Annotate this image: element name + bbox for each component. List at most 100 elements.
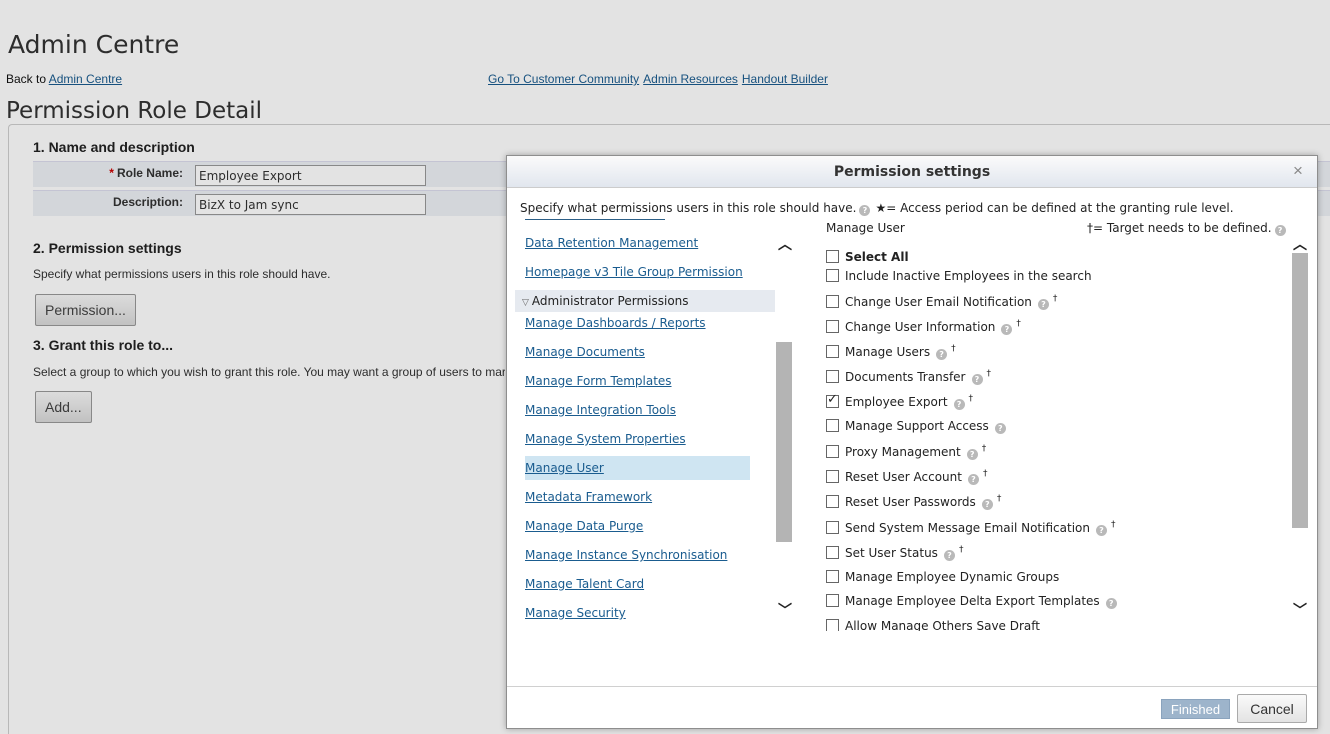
nav-item-manage-dashboards[interactable]: Manage Dashboards / Reports: [525, 316, 706, 330]
target-required-marker: †: [958, 545, 964, 555]
nav-item-homepage-tile-group[interactable]: Homepage v3 Tile Group Permission: [525, 265, 743, 279]
permission-checkbox[interactable]: [826, 594, 839, 607]
nav-item-manage-talent-card[interactable]: Manage Talent Card: [525, 577, 644, 591]
target-note-text: †= Target needs to be defined.: [1087, 221, 1272, 235]
permission-row: Reset User Passwords ?†: [826, 494, 1001, 514]
nav-item-manage-documents[interactable]: Manage Documents: [525, 345, 645, 359]
permission-label: Documents Transfer: [845, 370, 966, 384]
help-icon[interactable]: ?: [966, 449, 978, 460]
permission-category-nav: Data Retention Management Homepage v3 Ti…: [515, 216, 795, 626]
permission-label: Reset User Passwords: [845, 495, 976, 509]
permission-label: Employee Export: [845, 395, 948, 409]
permission-checkbox[interactable]: [826, 295, 839, 308]
help-icon[interactable]: ?: [971, 374, 983, 385]
target-required-marker: †: [1110, 520, 1116, 530]
permission-row: Manage Employee Dynamic Groups: [826, 570, 1059, 590]
nav-group-administrator-permissions[interactable]: ▽ Administrator Permissions: [515, 290, 775, 312]
permission-checkbox[interactable]: [826, 419, 839, 432]
close-icon[interactable]: ×: [1289, 162, 1307, 180]
permission-checkbox[interactable]: [826, 546, 839, 559]
permission-label: Manage Employee Delta Export Templates: [845, 594, 1100, 608]
cancel-button[interactable]: Cancel: [1237, 694, 1307, 723]
permission-row: Set User Status ?†: [826, 545, 963, 565]
nav-scroll-up-icon[interactable]: ︿: [778, 234, 792, 254]
permission-row: Send System Message Email Notification ?†: [826, 520, 1115, 540]
nav-scroll-down-icon[interactable]: ﹀: [778, 600, 792, 620]
nav-item-manage-system-properties[interactable]: Manage System Properties: [525, 432, 686, 446]
target-required-marker: †: [986, 369, 992, 379]
dialog-header: Permission settings ×: [507, 156, 1317, 188]
nav-item-metadata-framework[interactable]: Metadata Framework: [525, 490, 652, 504]
permission-label: Manage Employee Dynamic Groups: [845, 570, 1060, 584]
intro-text: Specify what permissions users in this r…: [520, 201, 857, 215]
nav-divider: [525, 219, 665, 220]
perm-scroll-up-icon[interactable]: ︿: [1293, 234, 1307, 254]
help-icon[interactable]: ?: [859, 205, 871, 216]
help-icon[interactable]: ?: [994, 423, 1006, 434]
permission-row: Employee Export?†: [826, 392, 973, 414]
permission-row: Include Inactive Employees in the search: [826, 269, 1092, 289]
nav-item-manage-data-purge[interactable]: Manage Data Purge: [525, 519, 643, 533]
target-required-marker: †: [951, 344, 956, 354]
permission-checkbox[interactable]: [826, 570, 839, 583]
finished-button[interactable]: Finished: [1161, 699, 1230, 719]
permission-list: Select All Include Inactive Employees in…: [826, 248, 1286, 631]
permission-row: Manage Support Access?: [826, 419, 1006, 439]
permission-checkbox[interactable]: [826, 392, 839, 408]
help-icon[interactable]: ?: [953, 399, 965, 410]
help-icon[interactable]: ?: [1105, 598, 1117, 609]
nav-scrollbar[interactable]: [776, 342, 792, 542]
permission-checkbox[interactable]: [826, 619, 839, 631]
select-all-label: Select All: [845, 250, 909, 264]
nav-item-manage-form-templates[interactable]: Manage Form Templates: [525, 374, 672, 388]
permission-label: Reset User Account: [845, 470, 962, 484]
permission-checkbox[interactable]: [826, 495, 839, 508]
permission-checkbox[interactable]: [826, 345, 839, 358]
nav-item-manage-instance-sync[interactable]: Manage Instance Synchronisation: [525, 548, 727, 562]
target-required-marker: †: [996, 494, 1002, 504]
perm-scrollbar[interactable]: [1292, 253, 1308, 528]
permission-label: Manage Users: [845, 345, 931, 359]
help-icon[interactable]: ?: [943, 550, 955, 561]
nav-item-data-retention[interactable]: Data Retention Management: [525, 236, 698, 250]
permission-settings-dialog: Permission settings × Specify what permi…: [506, 155, 1318, 729]
help-icon[interactable]: ?: [967, 474, 979, 485]
help-icon[interactable]: ?: [1037, 299, 1049, 310]
help-icon[interactable]: ?: [981, 499, 993, 510]
nav-group-label: Administrator Permissions: [531, 294, 689, 308]
permission-checkbox[interactable]: [826, 269, 839, 282]
help-icon[interactable]: ?: [1095, 525, 1107, 536]
perm-scroll-down-icon[interactable]: ﹀: [1293, 600, 1307, 620]
permission-label: Change User Information: [845, 320, 996, 334]
permission-checkbox[interactable]: [826, 320, 839, 333]
permission-label: Allow Manage Others Save Draft: [845, 619, 1040, 631]
nav-item-manage-user[interactable]: Manage User: [525, 456, 750, 480]
star-note: ★= Access period can be defined at the g…: [875, 201, 1234, 215]
permission-checkbox[interactable]: [826, 521, 839, 534]
select-all-checkbox[interactable]: [826, 250, 839, 263]
target-required-marker: †: [1052, 294, 1058, 304]
expand-triangle-icon: ▽: [522, 298, 529, 308]
permission-row: Manage Employee Delta Export Templates?: [826, 594, 1117, 614]
target-required-marker: †: [982, 469, 988, 479]
help-icon[interactable]: ?: [1001, 324, 1013, 335]
permission-row: Manage Users ?†: [826, 344, 956, 364]
target-note: †= Target needs to be defined.?: [1087, 221, 1286, 236]
permission-label: Set User Status: [845, 546, 938, 560]
permission-checkbox[interactable]: [826, 370, 839, 383]
target-required-marker: †: [981, 444, 987, 454]
help-icon[interactable]: ?: [936, 349, 948, 360]
section-title: Manage User: [826, 221, 905, 235]
permission-row: Change User Information ?†: [826, 319, 1021, 339]
nav-item-manage-security[interactable]: Manage Security: [525, 606, 626, 620]
dialog-footer: Finished Cancel: [507, 686, 1317, 728]
target-help-icon[interactable]: ?: [1274, 225, 1286, 236]
permission-row: Change User Email Notification ?†: [826, 294, 1057, 314]
permission-checkbox[interactable]: [826, 470, 839, 483]
nav-item-manage-integration-tools[interactable]: Manage Integration Tools: [525, 403, 676, 417]
permission-label: Send System Message Email Notification: [845, 521, 1090, 535]
permission-checkbox[interactable]: [826, 445, 839, 458]
permission-row: Proxy Management ?†: [826, 444, 986, 464]
permission-label: Include Inactive Employees in the search: [845, 269, 1092, 283]
select-all-row: Select All: [826, 250, 909, 270]
